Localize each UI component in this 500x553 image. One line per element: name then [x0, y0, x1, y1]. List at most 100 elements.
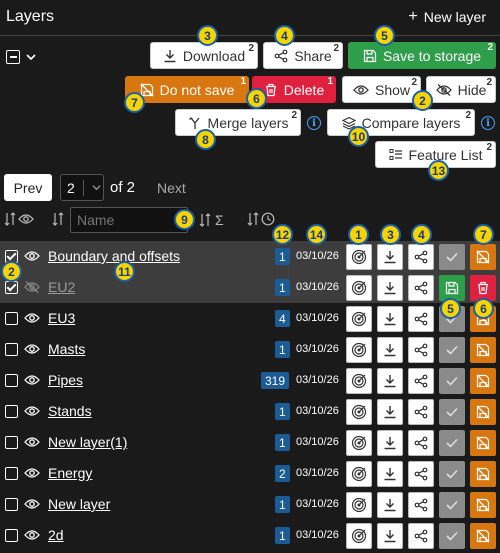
eye-icon[interactable] — [24, 343, 40, 355]
sort-count[interactable]: Σ — [199, 212, 224, 228]
name-filter-input[interactable] — [70, 207, 188, 233]
layer-share-button[interactable] — [408, 244, 434, 270]
layer-download-button[interactable] — [377, 368, 403, 394]
layer-saved-indicator[interactable] — [439, 337, 465, 363]
eye-icon[interactable] — [24, 498, 40, 510]
eye-icon[interactable] — [24, 374, 40, 386]
zoom-to-layer-button[interactable] — [346, 492, 372, 518]
layer-share-button[interactable] — [408, 275, 434, 301]
select-all-checkbox[interactable] — [6, 50, 20, 64]
eye-icon[interactable] — [24, 312, 40, 324]
zoom-to-layer-button[interactable] — [346, 399, 372, 425]
layer-share-button[interactable] — [408, 461, 434, 487]
layer-saved-indicator[interactable] — [439, 399, 465, 425]
layer-share-button[interactable] — [408, 523, 434, 549]
merge-info-icon[interactable]: i — [307, 116, 321, 130]
layer-checkbox[interactable] — [5, 281, 18, 294]
layer-download-button[interactable] — [377, 337, 403, 363]
layer-saved-indicator[interactable] — [439, 492, 465, 518]
eye-icon[interactable] — [24, 529, 40, 541]
compare-info-icon[interactable]: i — [481, 116, 495, 130]
zoom-to-layer-button[interactable] — [346, 306, 372, 332]
layer-saved-indicator[interactable] — [439, 368, 465, 394]
layer-download-button[interactable] — [377, 275, 403, 301]
layer-download-button[interactable] — [377, 492, 403, 518]
layer-name[interactable]: Masts — [48, 341, 85, 357]
layer-saved-indicator[interactable] — [439, 461, 465, 487]
layer-checkbox[interactable] — [5, 343, 18, 356]
layer-share-button[interactable] — [408, 430, 434, 456]
layer-row[interactable]: EU3 4 03/10/26 — [0, 303, 500, 334]
layer-saved-indicator[interactable] — [439, 244, 465, 270]
layer-share-button[interactable] — [408, 306, 434, 332]
layer-row[interactable]: 2d 1 03/10/26 — [0, 520, 500, 551]
sort-name[interactable] — [52, 212, 64, 226]
layer-row[interactable]: New layer 1 03/10/26 — [0, 489, 500, 520]
layer-row[interactable]: Pipes 319 03/10/26 — [0, 365, 500, 396]
layer-do-not-save-button[interactable] — [470, 244, 496, 270]
layer-row[interactable]: EU2 1 03/10/26 — [0, 272, 500, 303]
zoom-to-layer-button[interactable] — [346, 430, 372, 456]
eye-icon[interactable] — [24, 250, 40, 262]
page-select[interactable]: 2 — [60, 174, 104, 201]
layer-download-button[interactable] — [377, 523, 403, 549]
share-button[interactable]: Share 2 — [263, 42, 343, 69]
layer-do-not-save-button[interactable] — [470, 368, 496, 394]
layer-share-button[interactable] — [408, 368, 434, 394]
layer-name[interactable]: New layer — [48, 496, 110, 512]
layer-saved-indicator[interactable] — [439, 523, 465, 549]
zoom-to-layer-button[interactable] — [346, 523, 372, 549]
layer-checkbox[interactable] — [5, 498, 18, 511]
prev-button[interactable]: Prev — [4, 174, 52, 201]
layer-do-not-save-button[interactable] — [470, 523, 496, 549]
layer-row[interactable]: Stands 1 03/10/26 — [0, 396, 500, 427]
layer-download-button[interactable] — [377, 244, 403, 270]
eye-icon[interactable] — [24, 405, 40, 417]
layer-row[interactable]: New layer(1) 1 03/10/26 — [0, 427, 500, 458]
layer-checkbox[interactable] — [5, 529, 18, 542]
layer-download-button[interactable] — [377, 430, 403, 456]
layer-download-button[interactable] — [377, 306, 403, 332]
layer-checkbox[interactable] — [5, 312, 18, 325]
sort-visibility[interactable] — [4, 212, 34, 226]
layer-do-not-save-button[interactable] — [470, 337, 496, 363]
new-layer-button[interactable]: + New layer — [408, 8, 486, 26]
eye-off-icon[interactable] — [24, 281, 40, 293]
layer-share-button[interactable] — [408, 337, 434, 363]
layer-row[interactable]: Boundary and offsets 1 03/10/26 — [0, 241, 500, 272]
save-to-storage-button[interactable]: Save to storage 2 — [348, 42, 496, 69]
layer-do-not-save-button[interactable] — [470, 492, 496, 518]
layer-row[interactable]: Energy 2 03/10/26 — [0, 458, 500, 489]
layer-name[interactable]: Energy — [48, 465, 92, 481]
layer-name[interactable]: EU2 — [48, 279, 75, 295]
layer-do-not-save-button[interactable] — [470, 430, 496, 456]
zoom-to-layer-button[interactable] — [346, 337, 372, 363]
layer-name[interactable]: 2d — [48, 527, 64, 543]
layer-name[interactable]: New layer(1) — [48, 434, 127, 450]
layer-row[interactable]: Masts 1 03/10/26 — [0, 334, 500, 365]
eye-icon[interactable] — [24, 436, 40, 448]
zoom-to-layer-button[interactable] — [346, 275, 372, 301]
layer-share-button[interactable] — [408, 492, 434, 518]
layer-save-button[interactable] — [439, 275, 465, 301]
layer-do-not-save-button[interactable] — [470, 461, 496, 487]
show-button[interactable]: Show 2 — [342, 76, 421, 103]
layer-name[interactable]: Pipes — [48, 372, 83, 388]
layer-download-button[interactable] — [377, 399, 403, 425]
layer-checkbox[interactable] — [5, 374, 18, 387]
sort-date[interactable] — [247, 212, 275, 226]
download-button[interactable]: Download 2 — [150, 42, 258, 69]
zoom-to-layer-button[interactable] — [346, 461, 372, 487]
merge-layers-button[interactable]: Merge layers 2 — [175, 109, 301, 136]
layer-download-button[interactable] — [377, 461, 403, 487]
layer-do-not-save-button[interactable] — [470, 399, 496, 425]
layer-share-button[interactable] — [408, 399, 434, 425]
layer-name[interactable]: EU3 — [48, 310, 75, 326]
layer-name[interactable]: Stands — [48, 403, 92, 419]
eye-icon[interactable] — [24, 467, 40, 479]
layer-name[interactable]: Boundary and offsets — [48, 248, 180, 264]
chevron-down-icon[interactable] — [26, 52, 36, 62]
zoom-to-layer-button[interactable] — [346, 368, 372, 394]
zoom-to-layer-button[interactable] — [346, 244, 372, 270]
hide-button[interactable]: Hide 2 — [426, 76, 496, 103]
